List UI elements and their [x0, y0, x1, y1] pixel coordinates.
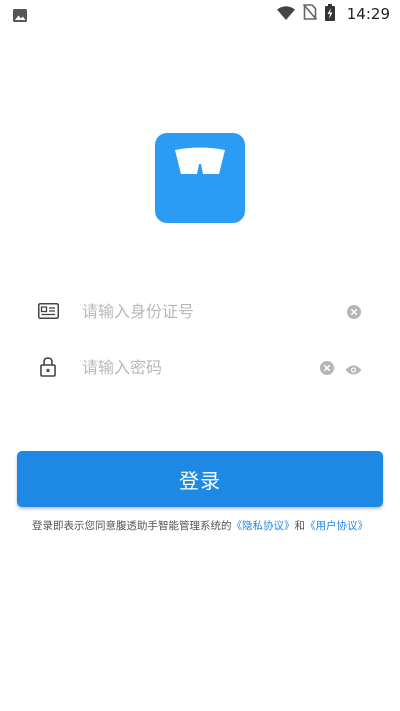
password-row: [36, 350, 362, 384]
clear-password-icon[interactable]: [320, 360, 334, 379]
app-logo: [155, 133, 245, 223]
agreement-text: 登录即表示您同意腹透助手智能管理系统的《隐私协议》和《用户协议》: [0, 518, 400, 533]
no-sim-icon: [302, 3, 317, 24]
password-input[interactable]: [80, 356, 314, 378]
status-bar: 14:29: [0, 0, 400, 28]
wifi-icon: [276, 5, 295, 24]
id-number-row: [36, 294, 362, 328]
battery-charging-icon: [324, 3, 335, 25]
image-icon: [13, 7, 27, 22]
user-agreement-link[interactable]: 《用户协议》: [305, 520, 368, 532]
lock-icon: [36, 355, 60, 379]
privacy-agreement-link[interactable]: 《隐私协议》: [232, 520, 295, 532]
status-icons: 14:29: [276, 3, 390, 25]
login-button[interactable]: 登录: [17, 451, 383, 507]
show-password-eye-icon[interactable]: [345, 361, 362, 380]
agreement-prefix: 登录即表示您同意腹透助手智能管理系统的: [32, 520, 232, 532]
status-time: 14:29: [346, 5, 390, 23]
id-number-input[interactable]: [80, 300, 314, 322]
agreement-and: 和: [294, 520, 306, 532]
id-card-icon: [36, 299, 60, 323]
clear-id-icon[interactable]: [347, 304, 361, 323]
scale-icon: [175, 147, 225, 174]
